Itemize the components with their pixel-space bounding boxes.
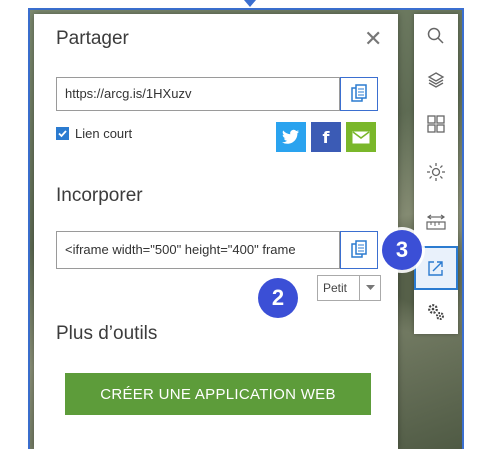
email-icon: [352, 130, 370, 143]
copy-icon: [351, 240, 367, 258]
embed-code-field[interactable]: <iframe width="500" height="400" frame: [56, 231, 340, 269]
copy-url-button[interactable]: [340, 77, 378, 111]
embed-size-select[interactable]: Petit: [317, 275, 381, 301]
basemap-tool-button[interactable]: [414, 102, 458, 146]
share-url-field[interactable]: https://arcg.is/1HXuzv: [56, 77, 340, 111]
layers-icon: [427, 72, 445, 88]
measure-tool-button[interactable]: [414, 200, 458, 244]
callout-badge-2: 2: [258, 278, 298, 318]
measure-icon: [426, 214, 446, 230]
chevron-down-icon: [359, 276, 380, 300]
settings-icon: [428, 304, 444, 320]
embed-section-title: Incorporer: [56, 185, 143, 206]
basemap-gallery-icon: [427, 115, 445, 133]
short-link-option[interactable]: Lien court: [56, 126, 132, 141]
search-icon: [427, 27, 444, 44]
daylight-icon: [427, 163, 445, 181]
short-link-label: Lien court: [75, 126, 133, 141]
copy-embed-button[interactable]: [340, 231, 378, 269]
facebook-button[interactable]: f: [311, 122, 341, 152]
check-icon: [58, 130, 67, 138]
email-button[interactable]: [346, 122, 376, 152]
short-link-checkbox[interactable]: [56, 127, 69, 140]
facebook-icon: f: [322, 127, 330, 147]
callout-badge-3: 3: [382, 230, 422, 270]
right-toolbar: [414, 14, 458, 334]
search-tool-button[interactable]: [414, 14, 458, 58]
twitter-icon: [282, 129, 299, 144]
create-web-app-button[interactable]: CRÉER UNE APPLICATION WEB: [65, 373, 371, 415]
more-tools-title: Plus d’outils: [56, 323, 158, 344]
embed-size-value: Petit: [323, 281, 348, 295]
panel-title: Partager: [56, 28, 129, 49]
copy-icon: [351, 84, 367, 102]
settings-tool-button[interactable]: [414, 290, 458, 334]
daylight-tool-button[interactable]: [414, 150, 458, 194]
share-panel: Partager ✕ https://arcg.is/1HXuzv Lien c…: [34, 14, 398, 449]
top-pointer-arrow: [244, 0, 256, 7]
close-icon[interactable]: ✕: [364, 28, 382, 50]
share-icon: [428, 261, 443, 276]
twitter-button[interactable]: [276, 122, 306, 152]
layers-tool-button[interactable]: [414, 58, 458, 102]
